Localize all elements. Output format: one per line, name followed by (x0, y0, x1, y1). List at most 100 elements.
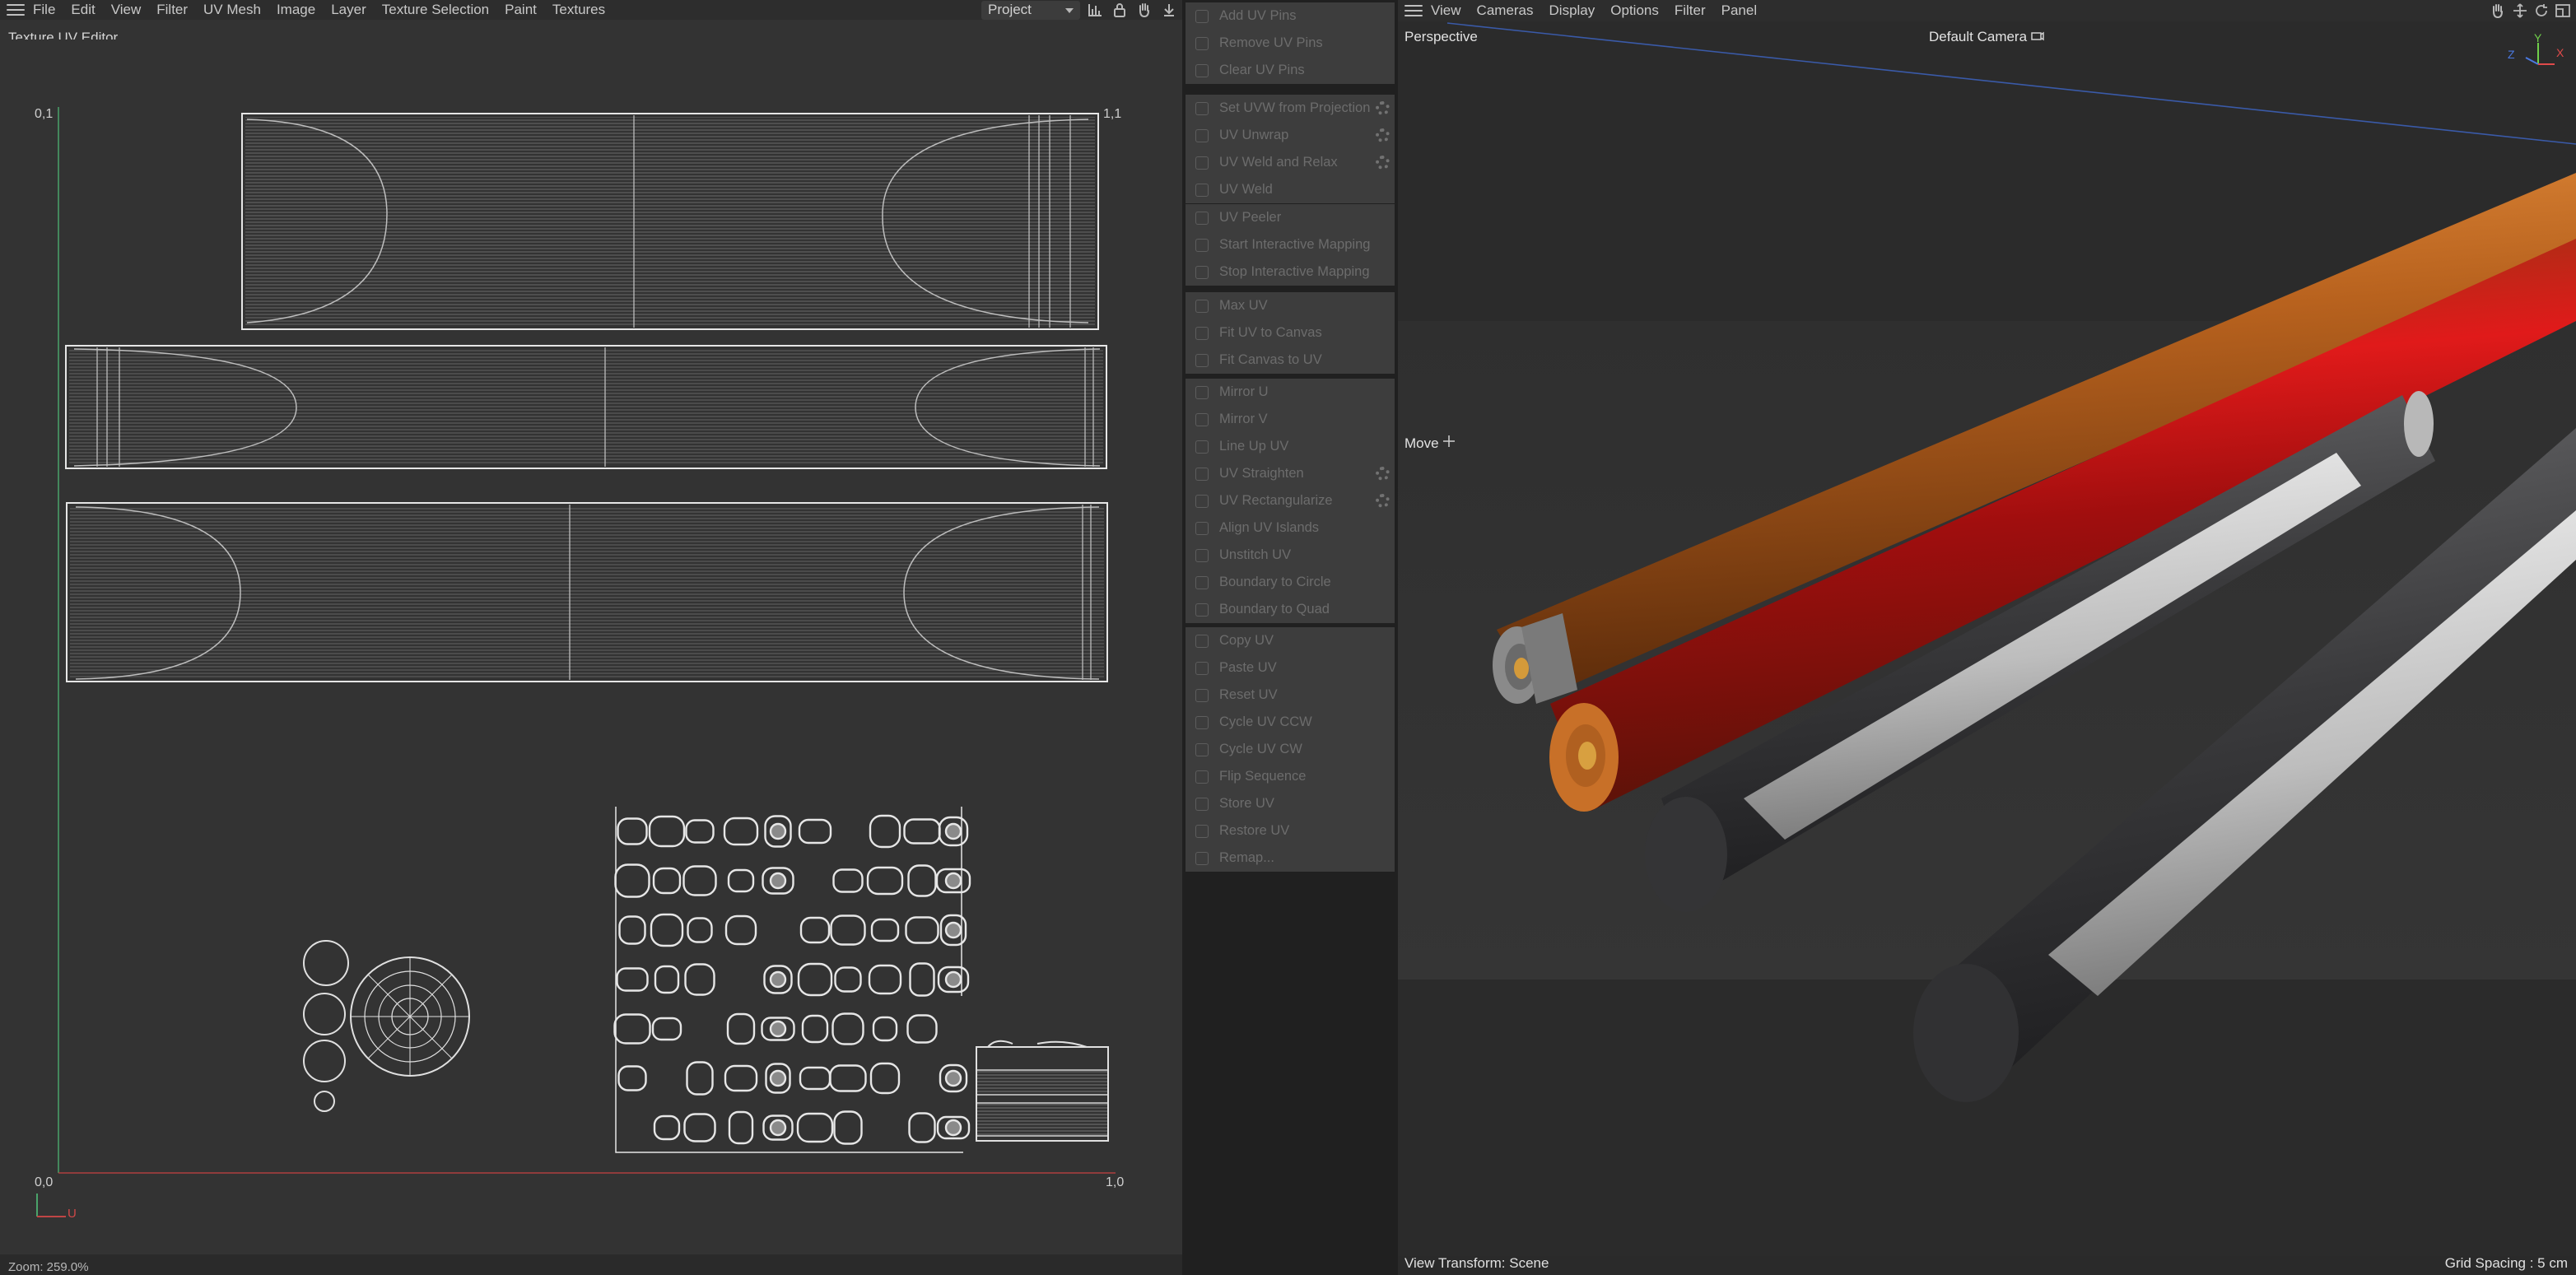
command-cycle-uv-ccw-button[interactable]: Cycle UV CCW (1186, 709, 1395, 736)
command-label: UV Peeler (1219, 210, 1282, 225)
gear-icon[interactable] (1376, 467, 1390, 481)
command-flip-sequence-button[interactable]: Flip Sequence (1186, 763, 1395, 790)
command-icon (1195, 101, 1209, 115)
command-label: Boundary to Quad (1219, 602, 1330, 617)
command-start-interactive-mapping-button[interactable]: Start Interactive Mapping (1186, 231, 1395, 258)
command-icon (1195, 385, 1209, 399)
viewport-panel: View Cameras Display Options Filter Pane… (1398, 0, 2576, 1275)
command-icon (1195, 603, 1209, 617)
viewport-scene[interactable] (1398, 21, 2576, 1256)
command-fit-canvas-to-uv-button[interactable]: Fit Canvas to UV (1186, 347, 1395, 374)
uv-menu-view[interactable]: View (111, 2, 142, 18)
command-icon (1195, 797, 1209, 811)
command-uv-rectangularize-button[interactable]: UV Rectangularize (1186, 487, 1395, 514)
command-boundary-to-circle-button[interactable]: Boundary to Circle (1186, 569, 1395, 596)
command-boundary-to-quad-button[interactable]: Boundary to Quad (1186, 596, 1395, 623)
uv-menu-uv-mesh[interactable]: UV Mesh (203, 2, 261, 18)
uv-menu-edit[interactable]: Edit (71, 2, 95, 18)
uv-island-strip-1[interactable] (241, 113, 1099, 330)
pan-hand-icon[interactable] (2490, 3, 2506, 18)
command-max-uv-button[interactable]: Max UV (1186, 292, 1395, 319)
uv-menu-filter[interactable]: Filter (156, 2, 188, 18)
viewport-menu-hamburger-icon[interactable] (1404, 5, 1423, 16)
command-paste-uv-button[interactable]: Paste UV (1186, 654, 1395, 682)
command-clear-uv-pins-button[interactable]: Clear UV Pins (1186, 57, 1395, 84)
uv-menu-image[interactable]: Image (277, 2, 315, 18)
command-remap-button[interactable]: Remap... (1186, 845, 1395, 872)
gear-icon[interactable] (1376, 156, 1390, 170)
command-icon (1195, 851, 1209, 865)
command-align-uv-islands-button[interactable]: Align UV Islands (1186, 514, 1395, 542)
command-cycle-uv-cw-button[interactable]: Cycle UV CW (1186, 736, 1395, 763)
move-label-text: Move (1404, 435, 1439, 451)
command-label: Unstitch UV (1219, 547, 1292, 562)
command-label: UV Straighten (1219, 466, 1304, 481)
command-label: Stop Interactive Mapping (1219, 264, 1370, 279)
uv-menu-textures[interactable]: Textures (552, 2, 605, 18)
rotate-icon[interactable] (2533, 3, 2550, 18)
download-arrow-icon[interactable] (1161, 2, 1177, 17)
command-copy-uv-button[interactable]: Copy UV (1186, 627, 1395, 654)
command-label: Add UV Pins (1219, 8, 1297, 23)
uv-island-strip-2[interactable] (65, 345, 1107, 469)
command-uv-weld-button[interactable]: UV Weld (1186, 176, 1395, 203)
gear-icon[interactable] (1376, 101, 1390, 115)
histogram-icon[interactable] (1087, 2, 1103, 17)
viewport-perspective-label[interactable]: Perspective (1404, 29, 1478, 45)
viewport-menu-panel[interactable]: Panel (1721, 2, 1757, 19)
viewport-menu-cameras[interactable]: Cameras (1477, 2, 1534, 19)
command-label: Paste UV (1219, 660, 1277, 675)
command-line-up-uv-button[interactable]: Line Up UV (1186, 433, 1395, 460)
command-unstitch-uv-button[interactable]: Unstitch UV (1186, 542, 1395, 569)
command-stop-interactive-mapping-button[interactable]: Stop Interactive Mapping (1186, 258, 1395, 286)
command-label: Remap... (1219, 850, 1274, 865)
command-group: Mirror U Mirror V Line Up UV UV Straighten U… (1186, 379, 1395, 623)
command-uv-weld-and-relax-button[interactable]: UV Weld and Relax (1186, 149, 1395, 176)
viewport-menu-options[interactable]: Options (1610, 2, 1659, 19)
command-group: Max UV Fit UV to Canvas Fit Canvas to UV (1186, 292, 1395, 374)
command-group: Set UVW from Projection UV Unwrap UV Weld … (1186, 95, 1395, 203)
command-uv-unwrap-button[interactable]: UV Unwrap (1186, 122, 1395, 149)
lock-icon[interactable] (1111, 2, 1128, 17)
command-mirror-u-button[interactable]: Mirror U (1186, 379, 1395, 406)
command-store-uv-button[interactable]: Store UV (1186, 790, 1395, 817)
camera-icon (2031, 31, 2044, 41)
command-fit-uv-to-canvas-button[interactable]: Fit UV to Canvas (1186, 319, 1395, 347)
command-add-uv-pins-button[interactable]: Add UV Pins (1186, 2, 1395, 30)
command-set-uvw-from-projection-button[interactable]: Set UVW from Projection (1186, 95, 1395, 122)
viewport-menu-display[interactable]: Display (1549, 2, 1595, 19)
command-icon (1195, 467, 1209, 481)
uv-canvas[interactable] (0, 40, 1182, 1246)
viewport-camera-label[interactable]: Default Camera (1929, 29, 2044, 45)
maximize-panel-icon[interactable] (2555, 3, 2571, 18)
uv-menu-file[interactable]: File (33, 2, 55, 18)
command-uv-straighten-button[interactable]: UV Straighten (1186, 460, 1395, 487)
uv-island-small-dot (944, 822, 962, 840)
uv-menu-texture-selection[interactable]: Texture Selection (382, 2, 489, 18)
command-icon (1195, 353, 1209, 367)
camera-name: Default Camera (1929, 29, 2028, 44)
command-remove-uv-pins-button[interactable]: Remove UV Pins (1186, 30, 1395, 57)
pan-hand-icon[interactable] (1136, 2, 1153, 17)
command-icon (1195, 211, 1209, 225)
viewport-menu-view[interactable]: View (1431, 2, 1461, 19)
uv-menu-layer[interactable]: Layer (331, 2, 366, 18)
project-select[interactable]: Project (981, 1, 1080, 20)
uv-menu-hamburger-icon[interactable] (7, 4, 25, 16)
command-group: Add UV Pins Remove UV Pins Clear UV Pins (1186, 2, 1395, 84)
command-icon (1195, 494, 1209, 508)
move-arrows-icon[interactable] (2512, 3, 2528, 18)
axis-x-label: X (2556, 46, 2564, 59)
gear-icon[interactable] (1376, 494, 1390, 508)
command-mirror-v-button[interactable]: Mirror V (1186, 406, 1395, 433)
gear-icon[interactable] (1376, 128, 1390, 142)
command-uv-peeler-button[interactable]: UV Peeler (1186, 204, 1395, 231)
move-arrows-icon (1443, 435, 1456, 447)
command-reset-uv-button[interactable]: Reset UV (1186, 682, 1395, 709)
uv-island-strip-3[interactable] (66, 502, 1108, 682)
uv-label-top-left: 0,1 (35, 107, 54, 121)
viewport-menu-filter[interactable]: Filter (1675, 2, 1706, 19)
uv-menu-paint[interactable]: Paint (505, 2, 537, 18)
command-label: Boundary to Circle (1219, 575, 1331, 589)
command-restore-uv-button[interactable]: Restore UV (1186, 817, 1395, 845)
